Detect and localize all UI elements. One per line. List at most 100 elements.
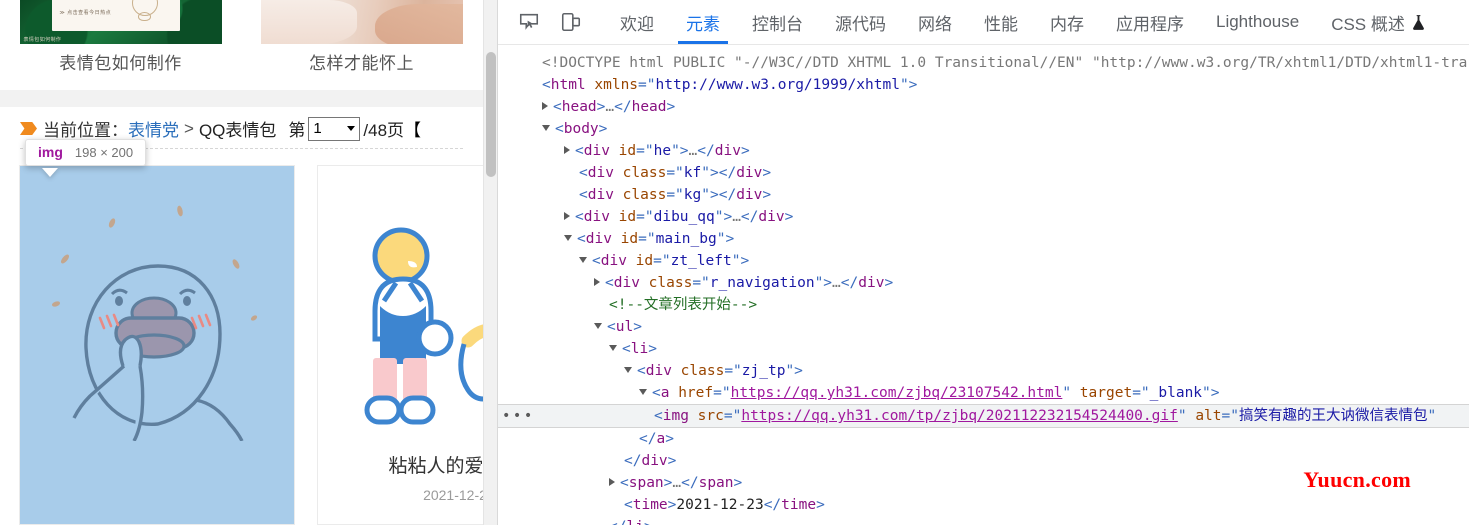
collapse-triangle-icon[interactable] [542,125,550,131]
body-tag-name: body [563,121,599,137]
dom-row-div-he[interactable]: <div id="he">…</div> [520,140,1469,162]
tab-label: 内存 [1050,14,1084,34]
dom-row-li[interactable]: <li> [520,338,1469,360]
html-attr-name: xmlns [594,77,639,93]
ul-tag-name: ul [615,319,634,335]
tab-console[interactable]: 控制台 [736,0,819,44]
li-tag-name: li [630,341,649,357]
dom-row-li-close[interactable]: </li> [520,516,1469,525]
article-title[interactable]: 粘粘人的爱情专 [318,451,497,478]
dom-row-anchor[interactable]: <a href="https://qq.yh31.com/zjbq/231075… [520,382,1469,404]
dom-row-body[interactable]: <body> [520,118,1469,140]
selected-row-ellipsis-icon: ••• [502,408,535,424]
inspector-tooltip: img 198 × 200 [25,139,147,166]
expand-triangle-icon[interactable] [594,278,600,286]
promo-image-shape-b [374,4,463,44]
expand-triangle-icon[interactable] [609,478,615,486]
tab-label: 欢迎 [620,14,654,34]
tab-elements[interactable]: 元素 [670,0,736,44]
promo-caption-2[interactable]: 怎样才能怀上 [241,49,482,74]
webpage-pane: ≫ 点击查看今日热点 表情包如何制作 表情包如何制作 怎样才能怀上 当前位置： … [0,0,497,525]
couple-illustration-icon [318,166,497,441]
tab-sources[interactable]: 源代码 [819,0,902,44]
collapse-triangle-icon[interactable] [639,389,647,395]
tab-css-overview[interactable]: CSS 概述 [1315,0,1441,44]
dom-row-anchor-close[interactable]: </a> [520,428,1469,450]
tab-label: 源代码 [835,14,886,34]
img-src-value[interactable]: https://qq.yh31.com/tp/zjbq/202112232154… [741,408,1178,424]
dom-row-div-mainbg[interactable]: <div id="main_bg"> [520,228,1469,250]
time-close-tag: time [781,497,817,513]
tab-application[interactable]: 应用程序 [1100,0,1200,44]
dom-row-div-kf[interactable]: <div class="kf"></div> [520,162,1469,184]
dom-row-div-zjtp[interactable]: <div class="zj_tp"> [520,360,1469,382]
decorative-ring2-icon [137,12,151,21]
dom-row-div-dibu[interactable]: <div id="dibu_qq">…</div> [520,206,1469,228]
expand-triangle-icon[interactable] [564,212,570,220]
head-tag-name: head [561,99,597,115]
dom-row-time[interactable]: <time>2021-12-23</time> [520,494,1469,516]
bird-illustration-icon [20,166,294,442]
collapse-triangle-icon[interactable] [594,323,602,329]
breadcrumb-separator: > [184,118,194,138]
tab-label: 应用程序 [1116,14,1184,34]
promo-thumbnail-1[interactable]: ≫ 点击查看今日热点 表情包如何制作 [19,0,222,44]
inspector-tooltip-dimensions: 198 × 200 [74,145,134,160]
watermark: Yuucn.com [1303,467,1411,492]
promo-card-2[interactable]: 怎样才能怀上 [241,0,482,90]
list-item[interactable]: 搞笑有趣的王大讷微信表情 2021-12-23 [19,165,295,525]
tab-lighthouse[interactable]: Lighthouse [1200,0,1315,44]
dom-row-div-ztleft[interactable]: <div id="zt_left"> [520,250,1469,272]
collapse-triangle-icon[interactable] [579,257,587,263]
anchor-href-value[interactable]: https://qq.yh31.com/zjbq/23107542.html [731,385,1063,401]
device-toolbar-icon[interactable] [550,0,592,44]
dom-row-div-kg[interactable]: <div class="kg"></div> [520,184,1469,206]
page-scrollbar-thumb[interactable] [486,52,496,177]
promo-caption-1[interactable]: 表情包如何制作 [0,49,241,74]
span-tag-name: span [628,475,664,491]
tab-welcome[interactable]: 欢迎 [604,0,670,44]
dom-row-html[interactable]: <html xmlns="http://www.w3.org/1999/xhtm… [520,74,1469,96]
article-thumbnail-1[interactable] [20,166,294,524]
doctype-text: <!DOCTYPE html PUBLIC "-//W3C//DTD XHTML… [542,55,1468,71]
div-he-id: he [653,143,672,159]
head-close-tag: head [631,99,667,115]
dom-row-comment[interactable]: <!--文章列表开始--> [520,294,1469,316]
dom-row-img-selected[interactable]: ••• <img src="https://qq.yh31.com/tp/zjb… [498,404,1469,428]
promo-thumbnail-2[interactable] [260,0,463,44]
promo-image-shape-a [260,0,357,44]
tab-performance[interactable]: 性能 [968,0,1034,44]
collapsed-ellipsis: … [605,99,615,115]
page-number-select[interactable]: 1 [308,116,361,141]
breadcrumb-home-link[interactable]: 表情党 [128,116,179,141]
div-mainbg-id: main_bg [655,231,717,247]
tab-memory[interactable]: 内存 [1034,0,1100,44]
chevron-down-icon [347,126,356,131]
dom-row-div-rnav[interactable]: <div class="r_navigation">…</div> [520,272,1469,294]
div-ztleft-id: zt_left [670,253,732,269]
article-thumbnail-2[interactable] [318,166,497,441]
page-scrollbar-track[interactable] [483,0,497,525]
page-word-label: 第 [288,121,306,140]
promo-card-1[interactable]: ≫ 点击查看今日热点 表情包如何制作 表情包如何制作 [0,0,241,90]
collapse-triangle-icon[interactable] [564,235,572,241]
promo-strip: ≫ 点击查看今日热点 表情包如何制作 表情包如何制作 怎样才能怀上 [0,0,483,90]
article-date: 2021-12-2 [423,487,487,503]
collapse-triangle-icon[interactable] [609,345,617,351]
tab-network[interactable]: 网络 [902,0,968,44]
tab-label: 性能 [984,14,1018,34]
div-dibu-id: dibu_qq [653,209,715,225]
inspect-element-icon[interactable] [508,0,550,44]
page-number-value: 1 [313,120,322,137]
html-tag-name: html [550,77,586,93]
dom-row-ul[interactable]: <ul> [520,316,1469,338]
expand-triangle-icon[interactable] [542,102,548,110]
dom-row-head[interactable]: <head>…</head> [520,96,1469,118]
expand-triangle-icon[interactable] [564,146,570,154]
tab-label: Lighthouse [1216,12,1300,31]
list-item[interactable]: 粘粘人的爱情专 2021-12-2 [317,165,497,525]
dom-row-doctype[interactable]: <!DOCTYPE html PUBLIC "-//W3C//DTD XHTML… [520,52,1469,74]
dom-tree[interactable]: <!DOCTYPE html PUBLIC "-//W3C//DTD XHTML… [498,45,1469,525]
collapse-triangle-icon[interactable] [624,367,632,373]
article-grid: 搞笑有趣的王大讷微信表情 2021-12-23 [0,165,497,525]
